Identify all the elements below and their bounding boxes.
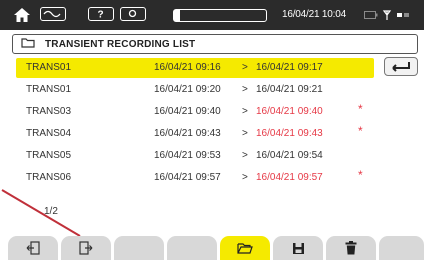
recording-row[interactable]: TRANS03 16/04/21 09:40 > 16/04/21 09:40 … <box>16 102 374 122</box>
recording-start: 16/04/21 09:16 <box>154 62 221 73</box>
fkey-save[interactable] <box>273 236 323 260</box>
status-bar: ? 16/04/21 10:04 <box>0 0 424 30</box>
battery-icon <box>364 11 378 19</box>
svg-text:?: ? <box>97 10 103 20</box>
camera-icon[interactable] <box>120 7 146 21</box>
datetime: 16/04/21 10:04 <box>282 9 346 20</box>
enter-return-icon <box>392 62 410 72</box>
recording-name: TRANS04 <box>26 128 72 139</box>
recording-name: TRANS03 <box>26 106 72 117</box>
fkey-delete[interactable] <box>326 236 376 260</box>
next-page-icon <box>79 241 93 255</box>
recording-end: 16/04/21 09:57 <box>256 172 323 183</box>
memory-progress-fill <box>174 10 180 21</box>
fkey-empty-4[interactable] <box>167 236 217 260</box>
recording-start: 16/04/21 09:40 <box>154 106 221 117</box>
save-icon <box>292 242 304 254</box>
recording-start: 16/04/21 09:20 <box>154 84 221 95</box>
folder-icon <box>21 35 35 53</box>
recording-name: TRANS01 <box>26 84 72 95</box>
recording-name: TRANS06 <box>26 172 72 183</box>
antenna-icon <box>382 10 392 20</box>
fkey-empty-3[interactable] <box>114 236 164 260</box>
recording-end: 16/04/21 09:40 <box>256 106 323 117</box>
recording-arrow: > <box>242 128 248 139</box>
page-title: TRANSIENT RECORDING LIST <box>45 38 196 50</box>
recording-end: 16/04/21 09:54 <box>256 150 323 161</box>
recording-end: 16/04/21 09:43 <box>256 128 323 139</box>
enter-button[interactable] <box>384 57 418 76</box>
network-icon <box>397 13 409 17</box>
recording-arrow: > <box>242 150 248 161</box>
fkey-empty-8[interactable] <box>379 236 424 260</box>
recording-row[interactable]: TRANS01 16/04/21 09:20 > 16/04/21 09:21 <box>16 80 374 100</box>
recording-end: 16/04/21 09:21 <box>256 84 323 95</box>
waveform-icon[interactable] <box>40 7 66 21</box>
recording-arrow: > <box>242 106 248 117</box>
open-folder-icon <box>237 243 253 254</box>
back-page-icon <box>26 241 40 255</box>
fkey-next-page[interactable] <box>61 236 111 260</box>
recording-alert-mark: * <box>358 102 363 116</box>
recording-start: 16/04/21 09:43 <box>154 128 221 139</box>
recording-start: 16/04/21 09:53 <box>154 150 221 161</box>
fkey-back-page[interactable] <box>8 236 58 260</box>
recording-alert-mark: * <box>358 168 363 182</box>
recording-row[interactable]: TRANS04 16/04/21 09:43 > 16/04/21 09:43 … <box>16 124 374 144</box>
fkey-open-folder[interactable] <box>220 236 270 260</box>
help-icon[interactable]: ? <box>88 7 114 21</box>
recording-arrow: > <box>242 172 248 183</box>
function-key-bar <box>0 236 424 260</box>
recording-name: TRANS05 <box>26 150 72 161</box>
recording-row[interactable]: TRANS01 16/04/21 09:16 > 16/04/21 09:17 <box>16 58 374 78</box>
page-indicator: 1/2 <box>44 206 58 217</box>
recording-name: TRANS01 <box>26 62 72 73</box>
trash-icon <box>345 241 357 255</box>
recording-row[interactable]: TRANS06 16/04/21 09:57 > 16/04/21 09:57 … <box>16 168 374 188</box>
recording-end: 16/04/21 09:17 <box>256 62 323 73</box>
status-indicators <box>364 6 410 24</box>
memory-progress <box>173 9 267 22</box>
recording-start: 16/04/21 09:57 <box>154 172 221 183</box>
recording-alert-mark: * <box>358 124 363 138</box>
home-icon[interactable] <box>12 5 32 25</box>
recording-row[interactable]: TRANS05 16/04/21 09:53 > 16/04/21 09:54 <box>16 146 374 166</box>
recording-arrow: > <box>242 62 248 73</box>
list-title-bar: TRANSIENT RECORDING LIST <box>12 34 418 54</box>
recording-arrow: > <box>242 84 248 95</box>
